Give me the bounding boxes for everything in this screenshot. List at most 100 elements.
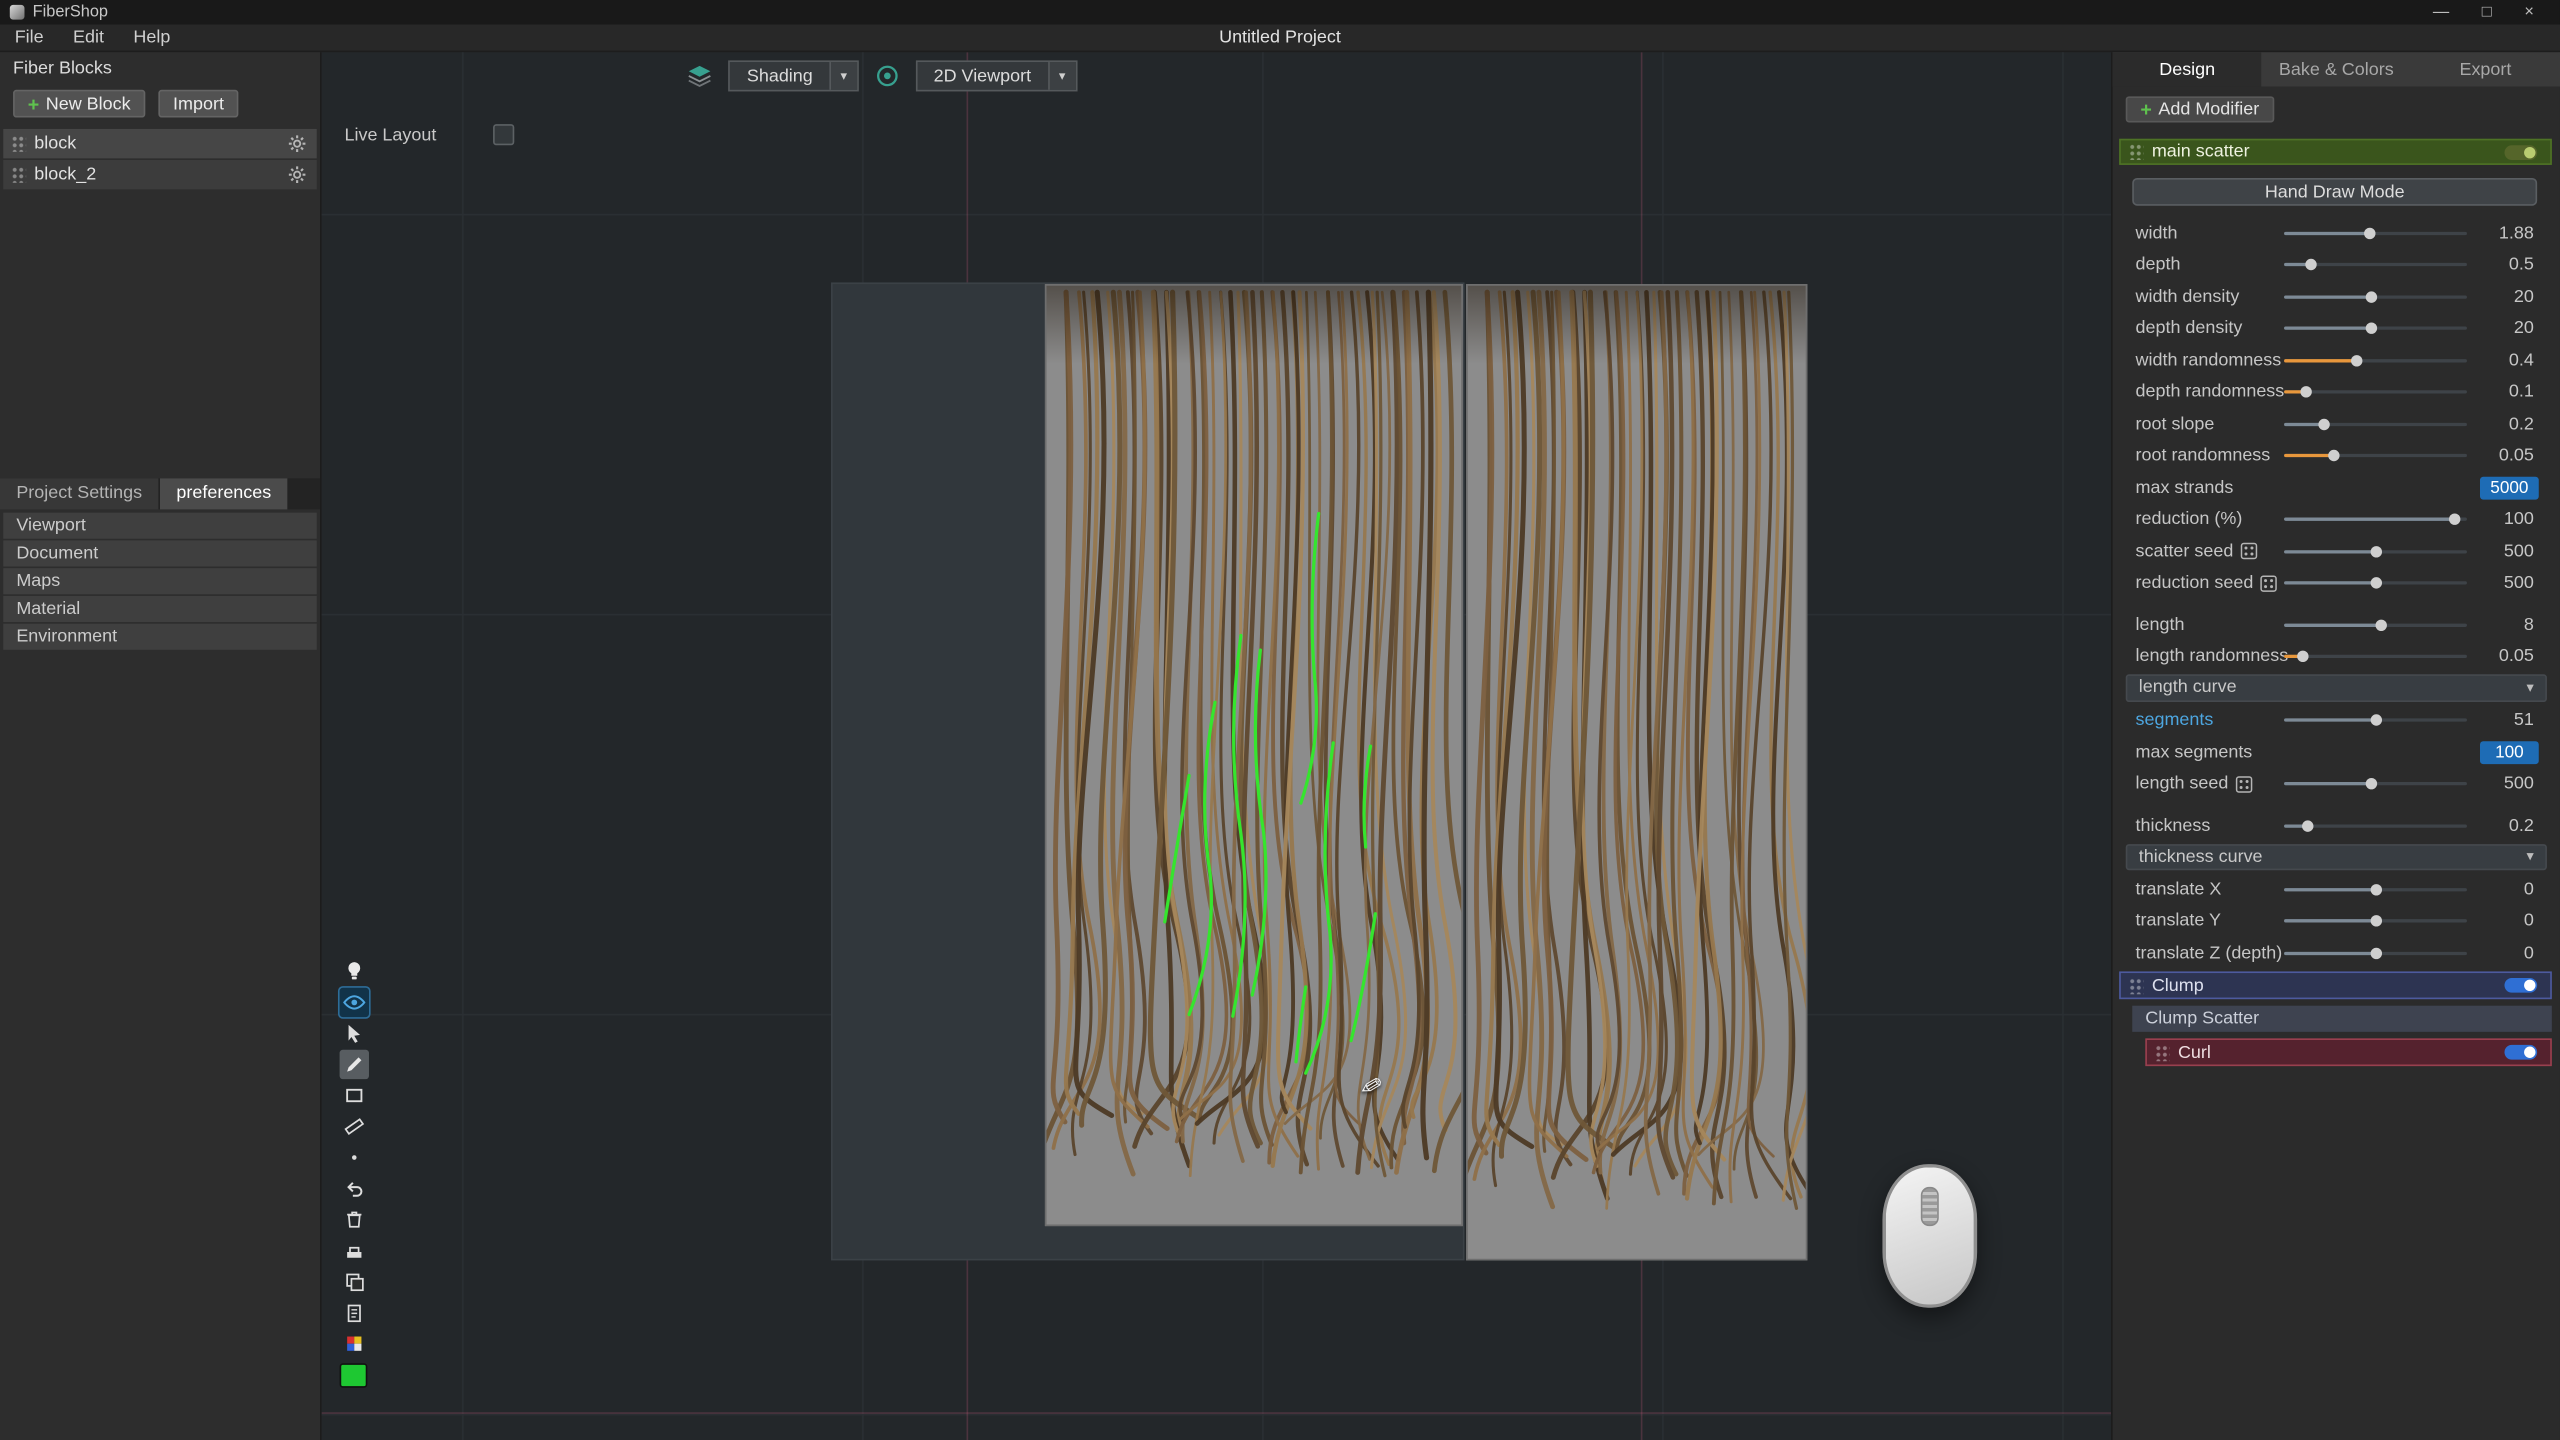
undo-tool[interactable] [340, 1174, 369, 1203]
menu-help[interactable]: Help [119, 24, 185, 52]
gear-icon[interactable] [286, 132, 309, 155]
dice-icon[interactable] [2235, 775, 2253, 793]
view-mode-icon[interactable] [873, 64, 901, 88]
slider-knob[interactable] [2352, 355, 2363, 366]
settings-category-viewport[interactable]: Viewport [3, 513, 316, 539]
viewport[interactable]: Shading ▾ 2D Viewport ▾ Live Layout [322, 52, 2111, 1440]
param-slider[interactable] [2284, 550, 2467, 553]
minimize-button[interactable]: — [2433, 0, 2449, 24]
color-swatch[interactable] [340, 1363, 368, 1387]
live-layout-checkbox[interactable] [493, 124, 514, 145]
paint-tool[interactable] [340, 1236, 369, 1265]
palette-tool[interactable] [340, 1329, 369, 1358]
chevron-down-icon[interactable]: ▾ [829, 62, 857, 90]
param-slider[interactable] [2284, 359, 2467, 362]
param-slider[interactable] [2284, 782, 2467, 785]
param-slider[interactable] [2284, 824, 2467, 827]
dice-icon[interactable] [2260, 574, 2278, 592]
import-button[interactable]: Import [158, 90, 238, 118]
clump-toggle[interactable] [2504, 978, 2537, 993]
maximize-button[interactable]: □ [2482, 0, 2492, 24]
slider-knob[interactable] [2328, 450, 2339, 461]
tab-export[interactable]: Export [2411, 52, 2560, 86]
hair-canvas-edit[interactable] [1045, 284, 1463, 1226]
param-slider[interactable] [2284, 888, 2467, 891]
slider-knob[interactable] [2302, 820, 2313, 831]
settings-category-document[interactable]: Document [3, 540, 316, 566]
select-tool[interactable] [340, 1019, 369, 1048]
gear-icon[interactable] [286, 163, 309, 186]
brush-size-tool[interactable] [340, 1143, 369, 1172]
close-button[interactable]: × [2524, 0, 2534, 24]
layers-icon[interactable] [686, 64, 714, 88]
chevron-down-icon[interactable]: ▾ [1047, 62, 1075, 90]
slider-knob[interactable] [2366, 778, 2377, 789]
param-slider[interactable] [2284, 295, 2467, 298]
draw-tool[interactable] [340, 1050, 369, 1079]
shading-dropdown[interactable]: Shading ▾ [729, 60, 859, 91]
hand-draw-mode-button[interactable]: Hand Draw Mode [2132, 178, 2537, 206]
curl-toggle[interactable] [2504, 1045, 2537, 1060]
delete-tool[interactable] [340, 1205, 369, 1234]
modifier-header-curl[interactable]: Curl [2145, 1038, 2552, 1066]
drag-grip-icon[interactable] [11, 167, 26, 183]
slider-knob[interactable] [2370, 884, 2381, 895]
curve-dropdown-length-curve[interactable]: length curve▾ [2126, 674, 2547, 701]
dice-icon[interactable] [2240, 542, 2258, 560]
slider-knob[interactable] [2370, 947, 2381, 958]
tab-project-settings[interactable]: Project Settings [0, 478, 158, 509]
modifier-header-clump[interactable]: Clump [2119, 971, 2552, 999]
modifier-header-clump-scatter[interactable]: Clump Scatter [2132, 1006, 2552, 1032]
block-row[interactable]: block [3, 129, 316, 158]
measure-tool[interactable] [340, 1112, 369, 1141]
notes-tool[interactable] [340, 1298, 369, 1327]
slider-knob[interactable] [2370, 578, 2381, 589]
param-slider[interactable] [2284, 951, 2467, 954]
new-block-button[interactable]: + New Block [13, 90, 145, 118]
menu-edit[interactable]: Edit [58, 24, 118, 52]
param-slider[interactable] [2284, 327, 2467, 330]
slider-knob[interactable] [2319, 418, 2330, 429]
slider-knob[interactable] [2364, 227, 2375, 238]
tab-bake-colors[interactable]: Bake & Colors [2262, 52, 2411, 86]
slider-knob[interactable] [2297, 651, 2308, 662]
param-slider[interactable] [2284, 655, 2467, 658]
drag-grip-icon[interactable] [2155, 1044, 2170, 1060]
slider-knob[interactable] [2448, 514, 2459, 525]
slider-knob[interactable] [2370, 916, 2381, 927]
tab-design[interactable]: Design [2113, 52, 2262, 86]
slider-knob[interactable] [2366, 323, 2377, 334]
settings-category-environment[interactable]: Environment [3, 624, 316, 650]
slider-knob[interactable] [2306, 259, 2317, 270]
param-slider[interactable] [2284, 719, 2467, 722]
slider-knob[interactable] [2370, 715, 2381, 726]
settings-category-maps[interactable]: Maps [3, 568, 316, 594]
curve-dropdown-thickness-curve[interactable]: thickness curve▾ [2126, 843, 2547, 870]
param-slider[interactable] [2284, 920, 2467, 923]
slider-knob[interactable] [2370, 546, 2381, 557]
duplicate-tool[interactable] [340, 1267, 369, 1296]
param-value-box[interactable]: 100 [2480, 741, 2539, 763]
param-slider[interactable] [2284, 263, 2467, 266]
viewport-mode-dropdown[interactable]: 2D Viewport ▾ [916, 60, 1077, 91]
param-slider[interactable] [2284, 422, 2467, 425]
param-slider[interactable] [2284, 623, 2467, 626]
drag-grip-icon[interactable] [11, 136, 26, 152]
light-tool[interactable] [340, 957, 369, 986]
param-slider[interactable] [2284, 231, 2467, 234]
rectangle-tool[interactable] [340, 1081, 369, 1110]
settings-category-material[interactable]: Material [3, 596, 316, 622]
param-slider[interactable] [2284, 454, 2467, 457]
slider-knob[interactable] [2366, 291, 2377, 302]
main-scatter-toggle[interactable] [2504, 144, 2537, 159]
param-slider[interactable] [2284, 391, 2467, 394]
slider-knob[interactable] [2375, 619, 2386, 630]
drag-grip-icon[interactable] [2129, 144, 2144, 160]
slider-knob[interactable] [2300, 387, 2311, 398]
add-modifier-button[interactable]: + Add Modifier [2126, 96, 2274, 122]
block-row[interactable]: block_2 [3, 160, 316, 189]
param-slider[interactable] [2284, 582, 2467, 585]
tab-preferences[interactable]: preferences [160, 478, 287, 509]
visibility-tool[interactable] [340, 988, 369, 1017]
param-value-box[interactable]: 5000 [2480, 477, 2539, 499]
